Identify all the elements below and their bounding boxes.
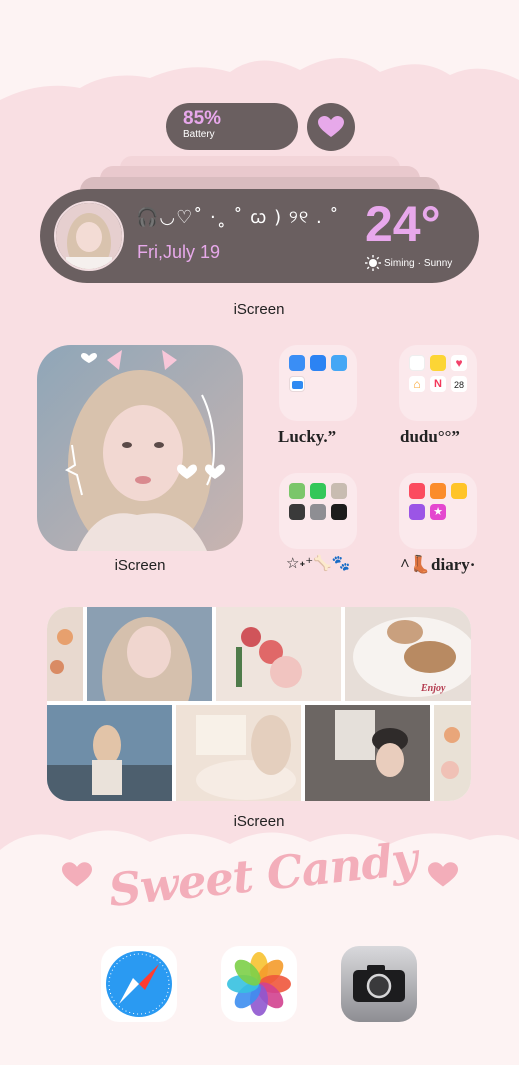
music-icon — [409, 483, 425, 499]
safari-app[interactable] — [101, 946, 177, 1022]
info-widget[interactable]: 🎧◡♡˚ ·˳ ˚ ꞷ ) ୨୧ . ˚ Fri,July 19 24° Sim… — [40, 189, 479, 283]
calculator-icon — [289, 504, 305, 520]
gallery-photo-2 — [87, 607, 212, 701]
cloud-drive-icon — [331, 355, 347, 371]
gallery-photo-5 — [47, 705, 172, 801]
photo-widget[interactable] — [37, 345, 243, 551]
sun-icon — [365, 255, 381, 271]
settings-icon — [310, 504, 326, 520]
folder-diary[interactable]: ★ — [399, 473, 477, 549]
gallery-photo-7 — [305, 705, 430, 801]
photos-icon — [227, 952, 291, 1016]
clock-icon — [331, 504, 347, 520]
folder-lucky[interactable] — [279, 345, 357, 421]
gallery-caption: Enjoy — [421, 683, 446, 694]
folder-label-paw: ☆˖⁺🦴🐾 — [286, 554, 351, 572]
heart-right-icon — [428, 862, 458, 887]
home-icon: ⌂ — [409, 376, 425, 392]
heart-button[interactable] — [307, 103, 355, 151]
maps-icon — [289, 483, 305, 499]
battery-label: Battery — [183, 129, 215, 140]
health-icon: ♥ — [451, 355, 467, 371]
folder-label-diary: ^👢diary· — [400, 555, 476, 574]
cloud-top-decoration — [0, 0, 519, 100]
folder-label-dudu: dudu°°” — [400, 427, 460, 446]
gallery-photo-4: Enjoy — [345, 607, 471, 701]
widget-label-top: iScreen — [233, 301, 285, 318]
reminders-icon — [409, 355, 425, 371]
contacts-icon — [331, 483, 347, 499]
mail-icon — [310, 355, 326, 371]
gallery-photo-6 — [176, 705, 301, 801]
temperature-text: 24° — [365, 196, 441, 252]
tips-icon — [451, 483, 467, 499]
gallery-photo-3 — [216, 607, 341, 701]
safari-icon — [106, 951, 172, 1017]
weather-row: Siming · Sunny — [365, 255, 452, 271]
files-icon — [289, 376, 305, 392]
find-my-icon — [310, 483, 326, 499]
weather-separator: · — [417, 257, 421, 269]
heart-left-icon — [62, 862, 92, 887]
camera-app[interactable] — [341, 946, 417, 1022]
avatar — [54, 201, 124, 271]
itunes-store-icon: ★ — [430, 504, 446, 520]
widget-label-photo: iScreen — [114, 557, 166, 574]
news-icon: N — [430, 376, 446, 392]
folder-dudu[interactable]: ♥ ⌂ N 28 — [399, 345, 477, 421]
heart-icon — [318, 116, 344, 137]
gallery-photo-1 — [47, 607, 83, 701]
books-icon — [430, 483, 446, 499]
camera-icon — [353, 965, 405, 1002]
folder-paw[interactable] — [279, 473, 357, 549]
battery-percent: 85% — [183, 108, 222, 129]
battery-widget[interactable]: 85% Battery — [166, 103, 298, 150]
decoration-text: 🎧◡♡˚ ·˳ ˚ ꞷ ) ୨୧ . ˚ — [136, 207, 340, 228]
gallery-widget[interactable]: Enjoy — [47, 607, 471, 801]
folder-label-lucky: Lucky.” — [278, 427, 337, 446]
condition-text: Sunny — [423, 257, 453, 269]
notes-icon — [430, 355, 446, 371]
gallery-photo-8 — [434, 705, 471, 801]
podcasts-icon — [409, 504, 425, 520]
location-text: Siming — [384, 257, 415, 269]
calendar-icon: 28 — [451, 376, 467, 392]
photos-app[interactable] — [221, 946, 297, 1022]
app-store-icon — [289, 355, 305, 371]
date-text: Fri,July 19 — [137, 242, 221, 262]
